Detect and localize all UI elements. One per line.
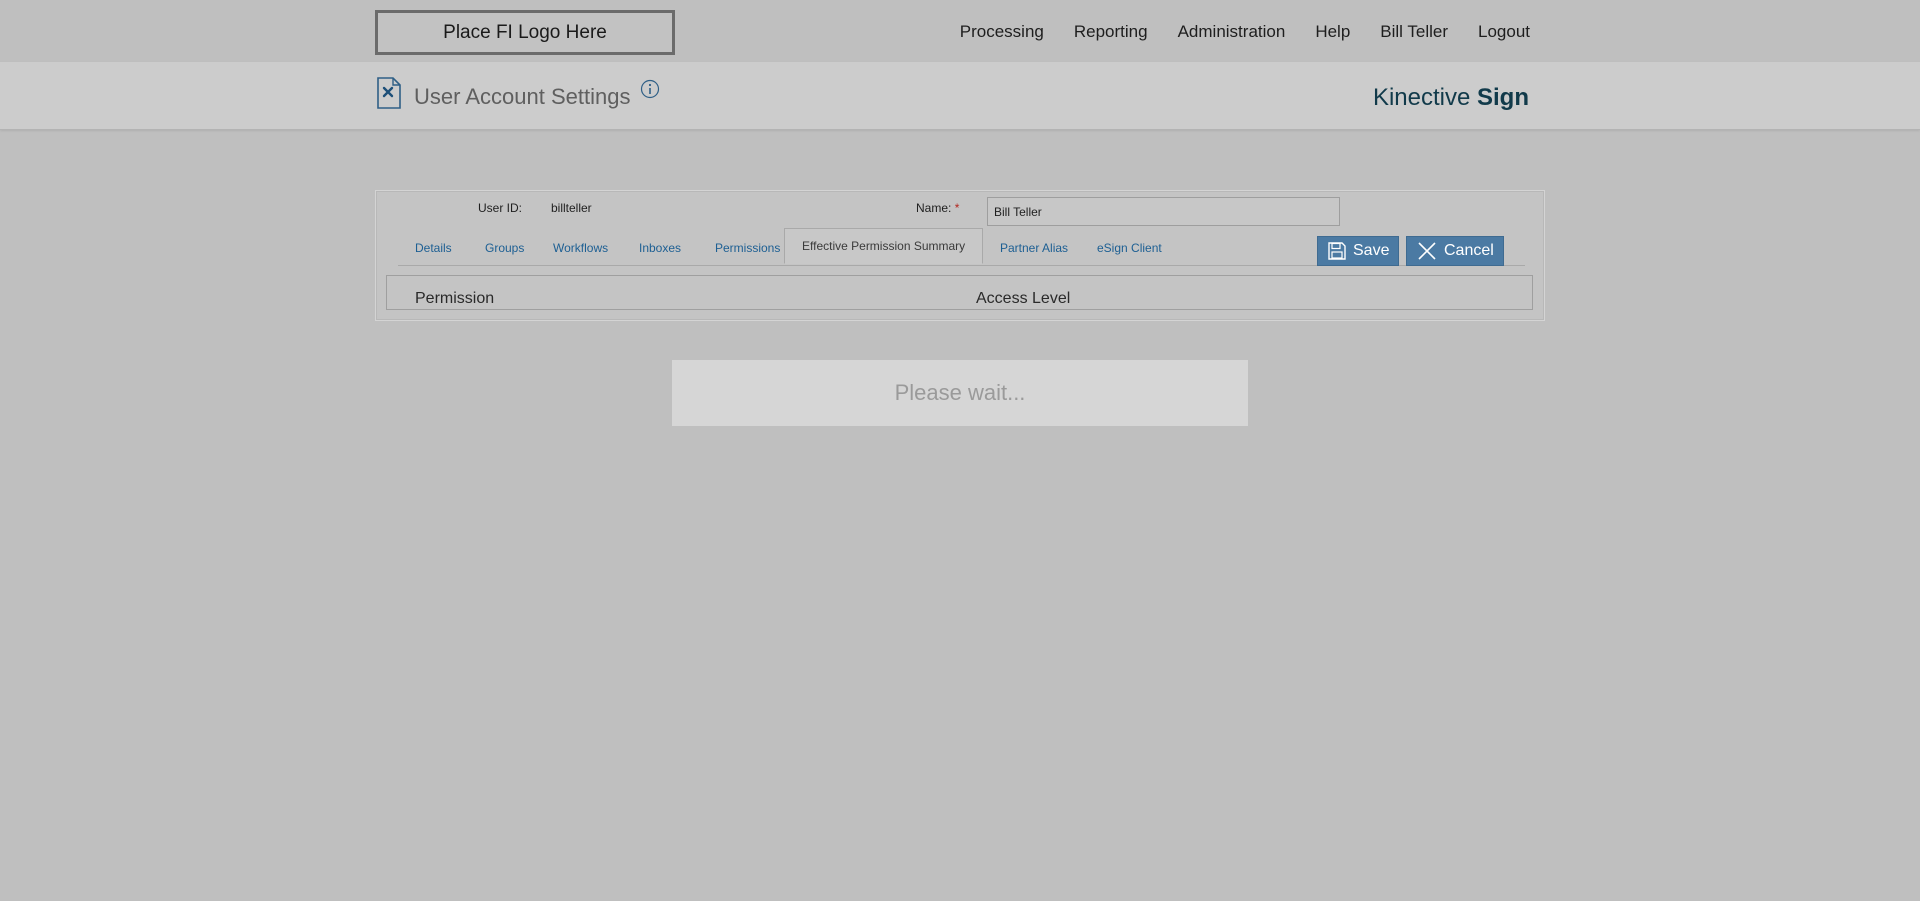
tab-workflows[interactable]: Workflows — [536, 231, 625, 265]
nav-logout[interactable]: Logout — [1478, 22, 1530, 42]
brand-logo: Kinective Sign — [1373, 84, 1529, 112]
floppy-disk-icon — [1328, 242, 1346, 260]
top-navigation-bar: Place FI Logo Here Processing Reporting … — [0, 0, 1920, 62]
document-settings-icon — [377, 77, 401, 109]
tab-details[interactable]: Details — [398, 231, 469, 265]
tab-effective-permission-summary[interactable]: Effective Permission Summary — [784, 228, 984, 264]
brand-name-light: Kinective — [1372, 84, 1477, 111]
name-label-text: Name: — [916, 201, 952, 215]
fi-logo-placeholder[interactable]: Place FI Logo Here — [375, 10, 675, 55]
column-header-permission[interactable]: Permission — [415, 290, 494, 308]
nav-help[interactable]: Help — [1315, 22, 1350, 42]
tab-inboxes[interactable]: Inboxes — [622, 231, 698, 265]
required-marker: * — [954, 201, 960, 215]
nav-administration[interactable]: Administration — [1178, 22, 1286, 42]
nav-user-menu[interactable]: Bill Teller — [1380, 22, 1448, 42]
tab-partner-alias[interactable]: Partner Alias — [983, 231, 1085, 265]
tab-permissions[interactable]: Permissions — [698, 231, 797, 265]
page-header: User Account Settings Kinective Sign — [0, 62, 1920, 130]
save-button-label: Save — [1353, 242, 1390, 259]
cancel-button-label: Cancel — [1444, 242, 1494, 259]
tab-groups[interactable]: Groups — [468, 231, 541, 265]
column-header-access-level[interactable]: Access Level — [976, 290, 1070, 308]
tab-esign-client[interactable]: eSign Client — [1080, 231, 1179, 265]
user-settings-panel: User ID: billteller Name: * Details Grou… — [375, 190, 1545, 321]
page-title: User Account Settings — [414, 84, 631, 109]
save-button[interactable]: Save — [1317, 236, 1400, 266]
cancel-button[interactable]: Cancel — [1406, 236, 1504, 266]
nav-processing[interactable]: Processing — [960, 22, 1044, 42]
loading-message: Please wait... — [672, 360, 1248, 426]
user-id-label: User ID: — [478, 201, 523, 215]
close-icon — [1418, 242, 1436, 260]
permission-grid-header: Permission Access Level — [386, 275, 1533, 310]
nav-reporting[interactable]: Reporting — [1074, 22, 1148, 42]
name-label: Name: * — [916, 201, 959, 215]
name-field[interactable] — [987, 197, 1340, 226]
info-icon[interactable] — [640, 79, 660, 99]
main-nav: Processing Reporting Administration Help… — [930, 22, 1530, 42]
brand-name-bold: Sign — [1477, 84, 1529, 111]
user-id-value: billteller — [551, 201, 592, 215]
